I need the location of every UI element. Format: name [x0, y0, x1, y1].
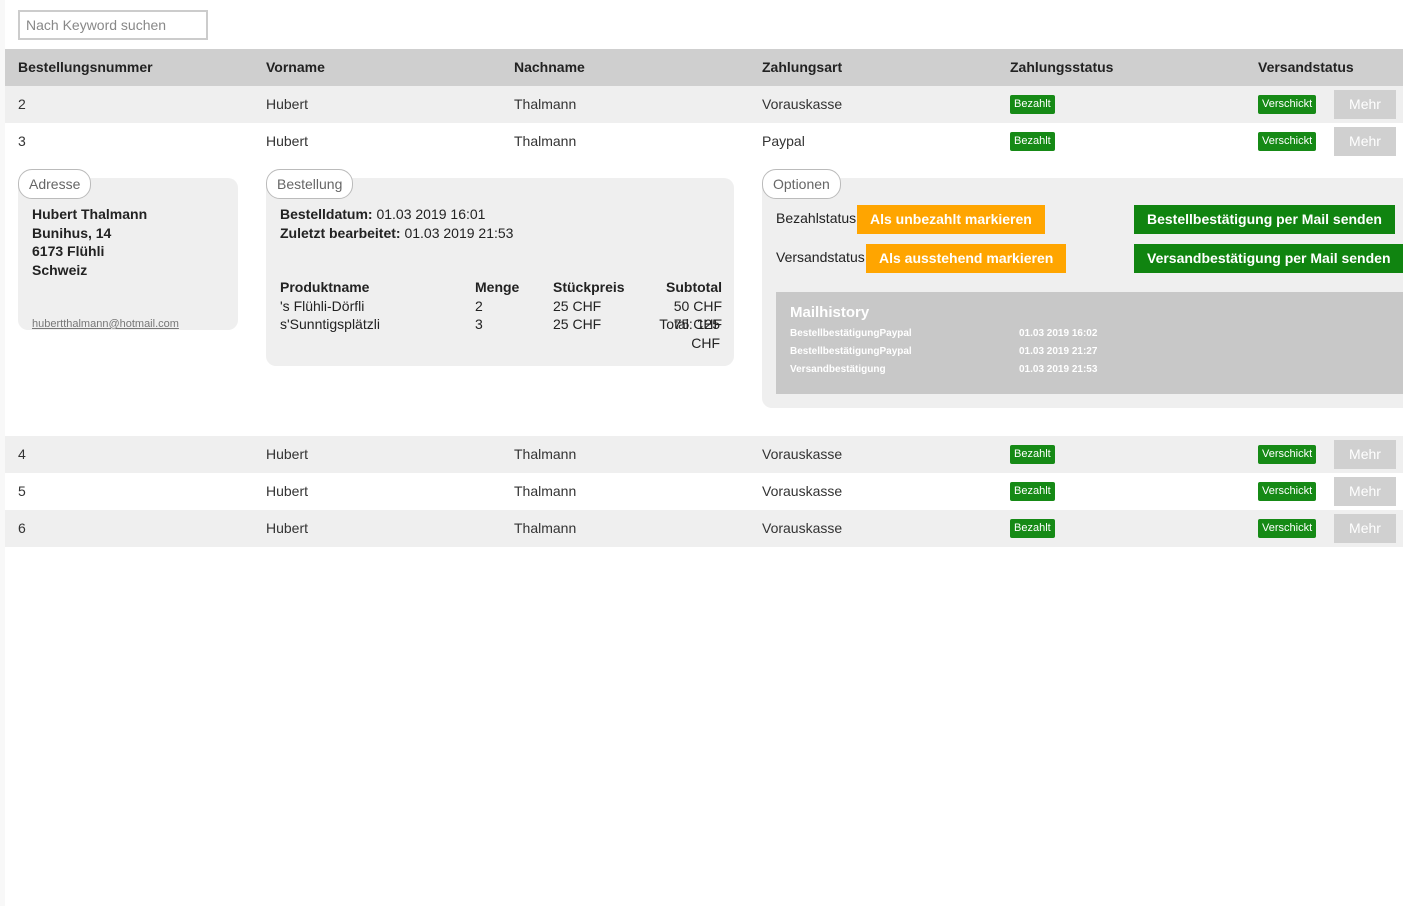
item-name: 's Flühli-Dörfli: [280, 297, 365, 314]
order-card: Bestellung Bestelldatum: 01.03 2019 16:0…: [266, 169, 734, 366]
search-box: [18, 10, 208, 40]
order-meta: Bestelldatum: 01.03 2019 16:01 Zuletzt b…: [280, 205, 513, 242]
last-name: Thalmann: [514, 446, 577, 462]
send-shipping-confirmation-button[interactable]: Versandbestätigung per Mail senden: [1134, 244, 1403, 273]
address-legend: Adresse: [18, 169, 92, 199]
table-row: 6 Hubert Thalmann Vorauskasse Bezahlt Ve…: [5, 510, 1403, 547]
column-header-zahlungsart: Zahlungsart: [762, 59, 843, 75]
more-button[interactable]: Mehr: [1334, 514, 1396, 543]
payment-status-badge: Bezahlt: [1010, 445, 1055, 464]
order-edited-value: 01.03 2019 21:53: [404, 224, 514, 241]
orders-table: Bestellungsnummer Vorname Nachname Zahlu…: [5, 49, 1403, 547]
payment-method: Vorauskasse: [762, 446, 843, 462]
more-button[interactable]: Mehr: [1334, 477, 1396, 506]
mail-history-type: BestellbestätigungPaypal: [790, 328, 912, 339]
first-name: Hubert: [266, 520, 309, 536]
more-button[interactable]: Mehr: [1334, 90, 1396, 119]
header-unit-price: Stückpreis: [553, 279, 625, 295]
mail-history: Mailhistory BestellbestätigungPaypal 01.…: [776, 292, 1403, 394]
column-header-bestellungsnummer: Bestellungsnummer: [18, 59, 153, 75]
order-date-value: 01.03 2019 16:01: [376, 206, 486, 222]
order-number: 5: [18, 483, 26, 499]
order-legend: Bestellung: [266, 169, 354, 199]
item-subtotal: 50 CHF: [673, 297, 722, 314]
header-quantity: Menge: [475, 279, 520, 295]
column-header-vorname: Vorname: [266, 59, 325, 75]
address-country: Schweiz: [32, 261, 88, 278]
first-name: Hubert: [266, 446, 309, 462]
order-detail-panel: Adresse Hubert Thalmann Bunihus, 14 6173…: [5, 160, 1403, 436]
order-number: 4: [18, 446, 26, 462]
item-price: 25 CHF: [553, 316, 602, 332]
table-row: 4 Hubert Thalmann Vorauskasse Bezahlt Ve…: [5, 436, 1403, 473]
mail-history-date: 01.03 2019 21:53: [1019, 364, 1098, 375]
column-header-versandstatus: Versandstatus: [1258, 59, 1354, 75]
shipping-status-badge: Verschickt: [1258, 519, 1317, 538]
send-order-confirmation-button[interactable]: Bestellbestätigung per Mail senden: [1134, 205, 1395, 234]
item-qty: 3: [475, 316, 483, 332]
order-item-row: 's Flühli-Dörfli 2 25 CHF 50 CHF: [280, 297, 722, 316]
item-qty: 2: [475, 297, 483, 314]
options-card: Optionen Bezahlstatus Als unbezahlt mark…: [762, 169, 1403, 408]
email-link[interactable]: hubertthalmann@hotmail.com: [32, 317, 179, 331]
order-items-header: Produktname Menge Stückpreis Subtotal: [280, 278, 722, 297]
payment-status-badge: Bezahlt: [1010, 132, 1055, 151]
item-name: s'Sunntigsplätzli: [280, 316, 380, 332]
shipping-status-label: Versandstatus: [776, 249, 865, 265]
address-lines: Hubert Thalmann Bunihus, 14 6173 Flühli …: [32, 205, 147, 279]
payment-method: Vorauskasse: [762, 520, 843, 536]
last-name: Thalmann: [514, 133, 577, 149]
total-line-2: CHF: [691, 334, 720, 351]
shipping-status-badge: Verschickt: [1258, 482, 1317, 501]
order-number: 2: [18, 96, 26, 112]
last-name: Thalmann: [514, 96, 577, 112]
first-name: Hubert: [266, 483, 309, 499]
mail-history-type: Versandbestätigung: [790, 364, 886, 375]
first-name: Hubert: [266, 133, 309, 149]
order-total: Total: 125 CHF: [650, 315, 720, 352]
column-header-zahlungsstatus: Zahlungsstatus: [1010, 59, 1114, 75]
order-number: 6: [18, 520, 26, 536]
table-row: 2 Hubert Thalmann Vorauskasse Bezahlt Ve…: [5, 86, 1403, 123]
mark-unpaid-button[interactable]: Als unbezahlt markieren: [857, 205, 1045, 234]
mark-pending-button[interactable]: Als ausstehend markieren: [866, 244, 1067, 273]
payment-method: Vorauskasse: [762, 483, 843, 499]
payment-status-badge: Bezahlt: [1010, 482, 1055, 501]
table-row: 5 Hubert Thalmann Vorauskasse Bezahlt Ve…: [5, 473, 1403, 510]
shipping-status-badge: Verschickt: [1258, 95, 1317, 114]
payment-status-label: Bezahlstatus: [776, 210, 857, 226]
order-number: 3: [18, 133, 26, 149]
options-legend: Optionen: [762, 169, 841, 199]
payment-method: Vorauskasse: [762, 96, 843, 112]
payment-status-badge: Bezahlt: [1010, 95, 1055, 114]
payment-status-badge: Bezahlt: [1010, 519, 1055, 538]
header-subtotal: Subtotal: [666, 279, 722, 295]
payment-method: Paypal: [762, 133, 805, 149]
mail-history-type: BestellbestätigungPaypal: [790, 346, 912, 357]
order-date-label: Bestelldatum:: [280, 206, 373, 222]
column-header-nachname: Nachname: [514, 59, 585, 75]
shipping-status-badge: Verschickt: [1258, 445, 1317, 464]
search-input[interactable]: [18, 10, 208, 40]
address-card: Adresse Hubert Thalmann Bunihus, 14 6173…: [18, 169, 238, 331]
mail-history-date: 01.03 2019 16:02: [1019, 328, 1098, 339]
item-price: 25 CHF: [553, 297, 602, 314]
shipping-status-badge: Verschickt: [1258, 132, 1317, 151]
first-name: Hubert: [266, 96, 309, 112]
total-line-1: Total: 125: [659, 316, 720, 332]
header-product: Produktname: [280, 279, 370, 295]
order-edited-label: Zuletzt bearbeitet:: [280, 224, 401, 241]
address-city: 6173 Flühli: [32, 243, 105, 259]
last-name: Thalmann: [514, 520, 577, 536]
more-button[interactable]: Mehr: [1334, 127, 1396, 156]
table-row: 3 Hubert Thalmann Paypal Bezahlt Verschi…: [5, 123, 1403, 160]
mail-history-date: 01.03 2019 21:27: [1019, 346, 1098, 357]
table-header: Bestellungsnummer Vorname Nachname Zahlu…: [5, 49, 1403, 86]
more-button[interactable]: Mehr: [1334, 440, 1396, 469]
last-name: Thalmann: [514, 483, 577, 499]
address-name: Hubert Thalmann: [32, 206, 148, 222]
address-street: Bunihus, 14: [32, 224, 112, 241]
mail-history-title: Mailhistory: [790, 304, 870, 321]
